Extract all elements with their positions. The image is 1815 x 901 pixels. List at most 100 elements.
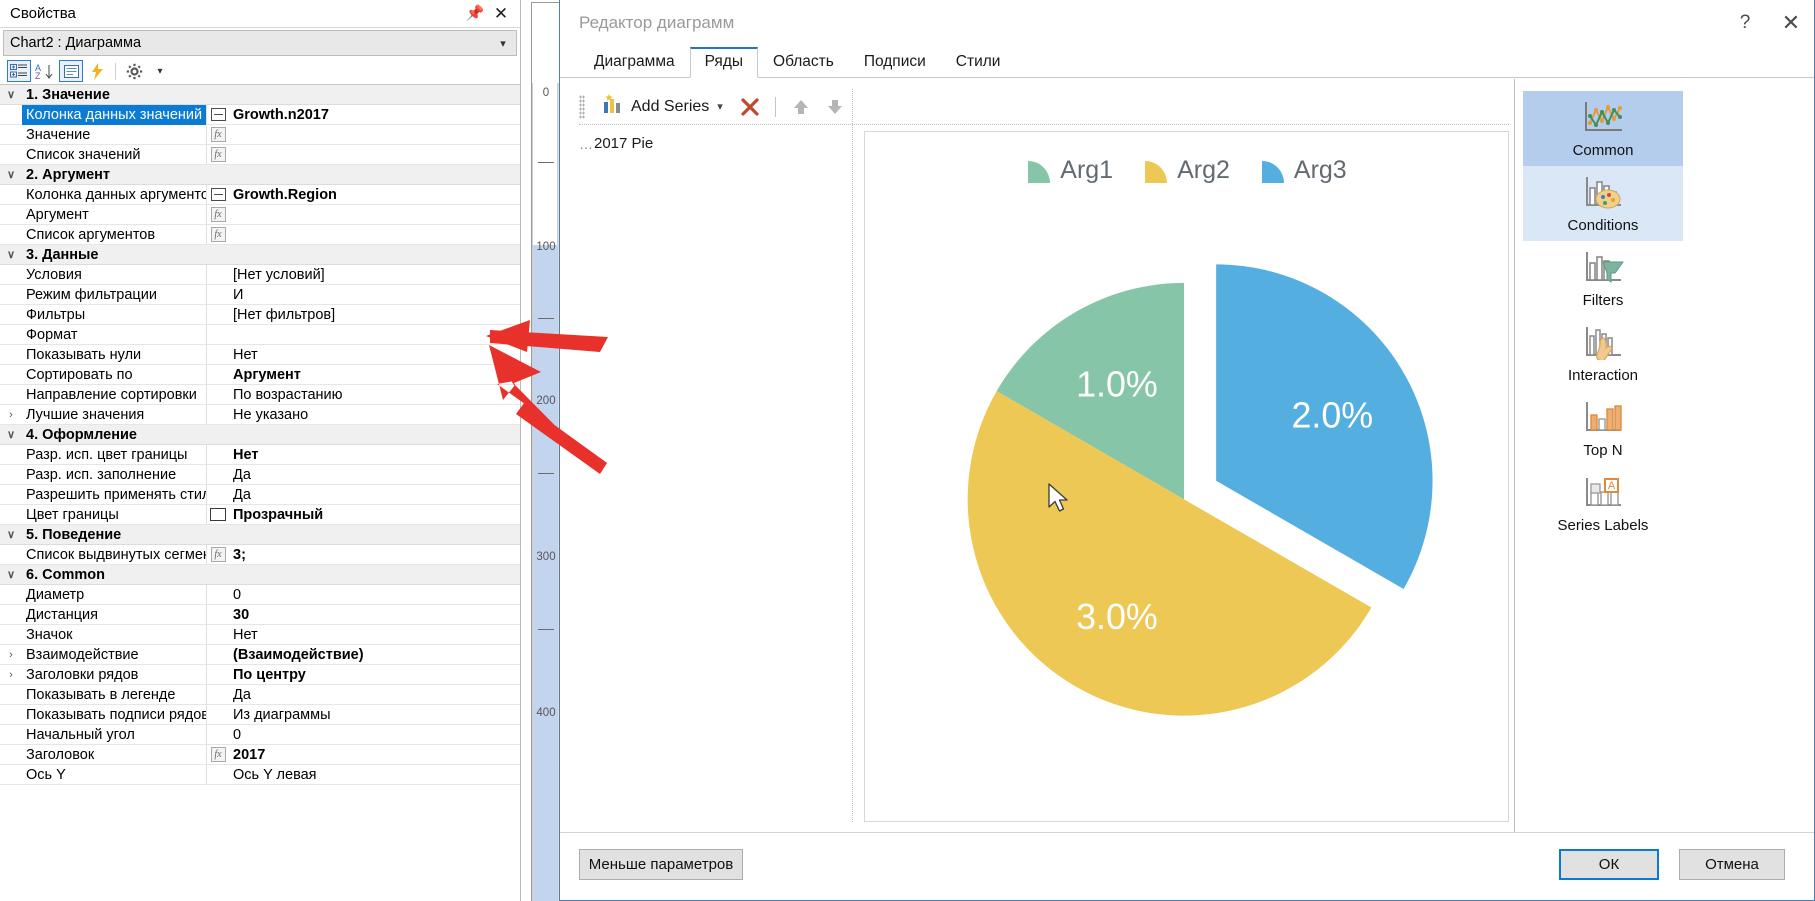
property-row[interactable]: › Лучшие значения Не указано — [0, 404, 520, 425]
toolbar-grip[interactable] — [579, 94, 585, 119]
chevron-down-icon[interactable]: ∨ — [0, 425, 22, 445]
rail-item-series-labels[interactable]: A Series Labels — [1523, 466, 1683, 541]
formula-fx-icon[interactable]: fx — [207, 227, 229, 242]
chevron-right-icon[interactable]: › — [0, 665, 22, 685]
tab-подписи[interactable]: Подписи — [849, 48, 941, 78]
property-row[interactable]: Показывать нули Нет — [0, 344, 520, 365]
tab-стили[interactable]: Стили — [941, 48, 1016, 78]
property-row[interactable]: Разр. исп. цвет границы Нет — [0, 444, 520, 465]
rail-item-conditions[interactable]: Conditions — [1523, 166, 1683, 241]
chevron-down-icon[interactable]: ∨ — [0, 525, 22, 545]
property-value[interactable]: [Нет условий] — [229, 265, 520, 285]
property-row[interactable]: Формат — [0, 324, 520, 345]
formula-fx-icon[interactable]: fx — [207, 207, 229, 222]
categorized-view-icon[interactable] — [7, 60, 31, 82]
property-value[interactable]: Нет — [229, 445, 520, 465]
chevron-down-icon[interactable]: ∨ — [0, 565, 22, 585]
property-row[interactable]: Заголовок fx 2017 — [0, 744, 520, 765]
formula-fx-icon[interactable]: fx — [207, 747, 229, 762]
property-row[interactable]: Значок Нет — [0, 624, 520, 645]
property-value[interactable]: 2017 — [229, 745, 520, 765]
move-series-down-button[interactable] — [820, 92, 850, 122]
ok-button[interactable]: ОК — [1559, 849, 1659, 880]
events-lightning-icon[interactable] — [85, 60, 109, 82]
property-value[interactable]: Да — [229, 685, 520, 705]
property-row[interactable]: › Взаимодействие (Взаимодействие) — [0, 644, 520, 665]
property-value[interactable]: Growth.n2017 — [229, 105, 520, 125]
property-row[interactable]: Значение fx — [0, 124, 520, 145]
alphabetical-sort-icon[interactable]: A Z — [33, 60, 57, 82]
rail-item-filters[interactable]: Filters — [1523, 241, 1683, 316]
property-row[interactable]: Направление сортировки По возрастанию — [0, 384, 520, 405]
less-parameters-button[interactable]: Меньше параметров — [579, 849, 743, 880]
property-value[interactable]: 30 — [229, 605, 520, 625]
chevron-down-icon[interactable]: ∨ — [0, 85, 22, 105]
property-value[interactable]: 0 — [229, 725, 520, 745]
tab-диаграмма[interactable]: Диаграмма — [579, 48, 690, 78]
chevron-right-icon[interactable]: › — [0, 405, 22, 425]
pin-icon[interactable]: 📌 — [462, 2, 488, 26]
property-value[interactable]: Нет — [229, 345, 520, 365]
gear-icon[interactable] — [122, 60, 146, 82]
property-row[interactable]: Ось Y Ось Y левая — [0, 764, 520, 785]
property-row[interactable]: Сортировать по Аргумент — [0, 364, 520, 385]
chevron-right-icon[interactable]: › — [0, 645, 22, 665]
property-value[interactable]: Growth.Region — [229, 185, 520, 205]
property-value[interactable]: Ось Y левая — [229, 765, 520, 785]
property-value[interactable]: Прозрачный — [229, 505, 520, 525]
move-series-up-button[interactable] — [786, 92, 816, 122]
property-row[interactable]: Показывать подписи рядов Из диаграммы — [0, 704, 520, 725]
delete-series-button[interactable] — [735, 92, 765, 122]
rail-item-common[interactable]: Common — [1523, 91, 1683, 166]
property-value[interactable]: И — [229, 285, 520, 305]
property-value[interactable]: Да — [229, 485, 520, 505]
property-row[interactable]: Фильтры [Нет фильтров] — [0, 304, 520, 325]
close-icon[interactable]: ✕ — [1768, 0, 1814, 46]
property-row[interactable]: Показывать в легенде Да — [0, 684, 520, 705]
property-group-header[interactable]: ∨ 1. Значение — [0, 85, 520, 105]
property-row[interactable]: Начальный угол 0 — [0, 724, 520, 745]
property-value[interactable]: По центру — [229, 665, 520, 685]
series-tree[interactable]: … 2017 Pie — [579, 133, 844, 822]
formula-fx-icon[interactable]: fx — [207, 547, 229, 562]
chevron-down-icon[interactable]: ∨ — [0, 165, 22, 185]
color-swatch[interactable] — [207, 508, 229, 521]
add-series-button[interactable]: Add Series ▾ — [593, 92, 731, 122]
dialog-tabstrip[interactable]: Диаграмма Ряды Область Подписи Стили — [560, 46, 1814, 78]
property-row[interactable]: Разр. исп. заполнение Да — [0, 464, 520, 485]
property-pages-icon[interactable] — [59, 60, 83, 82]
property-row[interactable]: Список аргументов fx — [0, 224, 520, 245]
property-value[interactable]: 0 — [229, 585, 520, 605]
property-value[interactable]: 3; — [229, 545, 520, 565]
property-row[interactable]: Список значений fx — [0, 144, 520, 165]
property-group-header[interactable]: ∨ 5. Поведение — [0, 525, 520, 545]
object-selector-combo[interactable]: Chart2 : Диаграмма ▾ — [3, 30, 517, 56]
data-column-icon[interactable] — [207, 108, 229, 121]
property-row[interactable]: Диаметр 0 — [0, 584, 520, 605]
help-question-icon[interactable]: ? — [1722, 0, 1768, 46]
property-row[interactable]: Колонка данных аргументо Growth.Region — [0, 184, 520, 205]
formula-fx-icon[interactable]: fx — [207, 127, 229, 142]
property-value[interactable]: Нет — [229, 625, 520, 645]
property-group-header[interactable]: ∨ 6. Common — [0, 565, 520, 585]
property-value[interactable]: Не указано — [229, 405, 520, 425]
rail-item-top-n[interactable]: Top N — [1523, 391, 1683, 466]
property-value[interactable]: Да — [229, 465, 520, 485]
property-row[interactable]: Условия [Нет условий] — [0, 264, 520, 285]
property-group-header[interactable]: ∨ 4. Оформление — [0, 425, 520, 445]
formula-fx-icon[interactable]: fx — [207, 147, 229, 162]
property-row[interactable]: Цвет границы Прозрачный — [0, 504, 520, 525]
properties-grid[interactable]: ∨ 1. Значение Колонка данных значений Grow… — [0, 84, 520, 901]
property-value[interactable]: Из диаграммы — [229, 705, 520, 725]
close-icon[interactable]: ✕ — [488, 2, 514, 26]
chevron-down-icon[interactable]: ∨ — [0, 245, 22, 265]
tab-область[interactable]: Область — [758, 48, 849, 78]
tab-ряды[interactable]: Ряды — [689, 47, 759, 78]
series-tree-item[interactable]: … 2017 Pie — [579, 133, 844, 154]
property-group-header[interactable]: ∨ 3. Данные — [0, 245, 520, 265]
property-row[interactable]: Режим фильтрации И — [0, 284, 520, 305]
property-group-header[interactable]: ∨ 2. Аргумент — [0, 165, 520, 185]
property-row[interactable]: Разрешить применять стил Да — [0, 484, 520, 505]
property-value[interactable]: По возрастанию — [229, 385, 520, 405]
data-column-icon[interactable] — [207, 188, 229, 201]
